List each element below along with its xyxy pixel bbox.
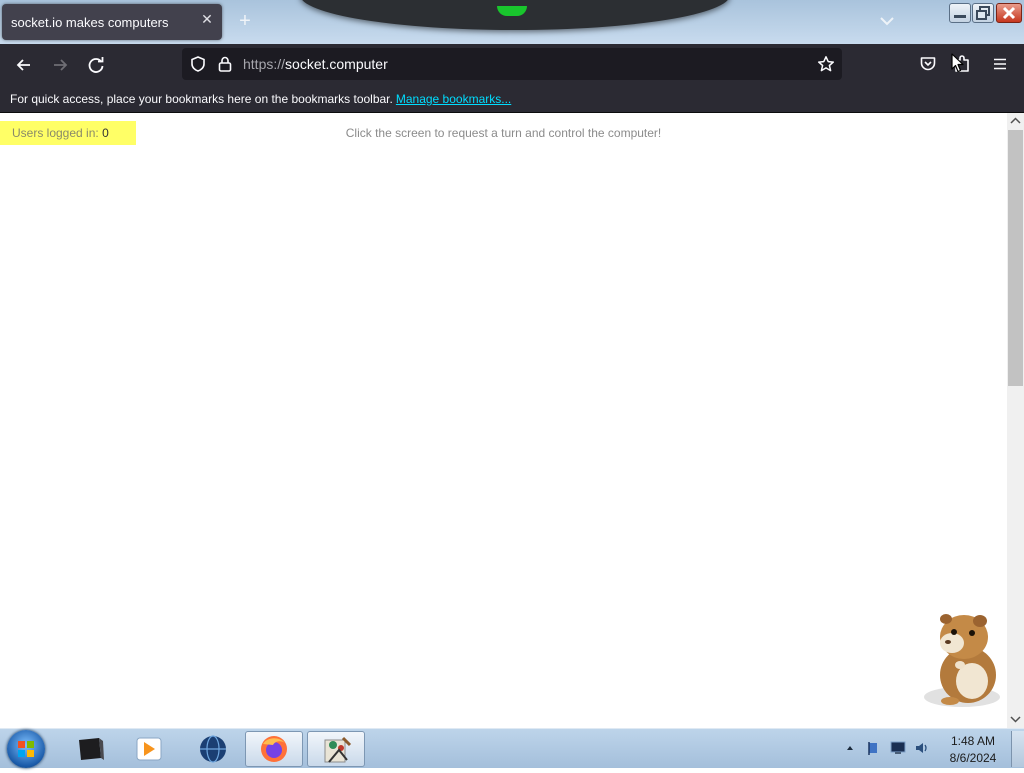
- network-monitor-icon[interactable]: [890, 741, 906, 755]
- reload-icon[interactable]: [85, 54, 107, 76]
- clock-time: 1:48 AM: [950, 734, 996, 748]
- terminal-icon: [79, 738, 104, 760]
- globe-icon: [200, 735, 226, 763]
- bookmarks-message: For quick access, place your bookmarks h…: [10, 92, 511, 106]
- page-content[interactable]: Users logged in: 0 Click the screen to r…: [0, 113, 1007, 728]
- menu-hamburger-icon[interactable]: [991, 55, 1009, 73]
- back-arrow-icon[interactable]: [13, 54, 35, 76]
- turn-request-hint: Click the screen to request a turn and c…: [345, 126, 662, 140]
- forward-arrow-icon[interactable]: [49, 54, 71, 76]
- taskbar-firefox[interactable]: [245, 731, 303, 767]
- start-button[interactable]: [7, 730, 45, 768]
- scrollbar-thumb[interactable]: [1008, 130, 1023, 386]
- scroll-down-arrow-icon[interactable]: [1010, 714, 1021, 724]
- taskbar-media-player[interactable]: [120, 731, 178, 767]
- action-center-flag-icon[interactable]: [866, 741, 882, 755]
- volume-speaker-icon[interactable]: [914, 741, 930, 755]
- tab-list-chevron-icon[interactable]: [878, 14, 896, 28]
- bookmarks-message-text: For quick access, place your bookmarks h…: [10, 92, 393, 106]
- scroll-up-arrow-icon[interactable]: [1010, 116, 1021, 126]
- firefox-icon: [261, 736, 287, 762]
- paint-icon: [324, 736, 352, 763]
- url-host: socket.computer: [285, 56, 388, 72]
- minimize-icon: [954, 15, 966, 18]
- media-player-icon: [136, 737, 162, 761]
- close-button[interactable]: [996, 3, 1022, 23]
- show-desktop-button[interactable]: [1011, 731, 1024, 767]
- taskbar-globe[interactable]: [184, 731, 242, 767]
- taskbar-paint[interactable]: [307, 731, 365, 767]
- bookmarks-toolbar: For quick access, place your bookmarks h…: [0, 86, 1024, 113]
- title-bar: socket.io makes computers ✕ +: [0, 0, 1024, 44]
- clock-date: 8/6/2024: [949, 751, 997, 765]
- taskbar: 1:48 AM 8/6/2024: [0, 728, 1024, 768]
- tracking-protection-shield-icon[interactable]: [189, 55, 207, 73]
- bookmark-star-icon[interactable]: [817, 55, 835, 73]
- hamster-mascot-image: [924, 614, 1000, 707]
- manage-bookmarks-link[interactable]: Manage bookmarks...: [396, 92, 511, 106]
- tab-title: socket.io makes computers: [11, 15, 169, 30]
- url-text[interactable]: https://socket.computer: [243, 56, 388, 72]
- navigation-toolbar: https://socket.computer: [0, 44, 1024, 86]
- browser-tab[interactable]: socket.io makes computers ✕: [2, 4, 222, 40]
- tab-close-icon[interactable]: ✕: [200, 12, 214, 26]
- system-clock[interactable]: 1:48 AM 8/6/2024: [935, 733, 1011, 767]
- restore-icon: [976, 6, 990, 20]
- lock-icon[interactable]: [217, 55, 233, 73]
- vertical-scrollbar[interactable]: [1007, 113, 1024, 728]
- mouse-pointer-icon: [951, 53, 964, 73]
- address-bar[interactable]: https://socket.computer: [182, 48, 842, 80]
- taskbar-terminal[interactable]: [60, 731, 118, 767]
- show-hidden-icons-arrow-icon[interactable]: [845, 743, 855, 753]
- pocket-icon[interactable]: [919, 55, 937, 73]
- minimize-button[interactable]: [949, 3, 971, 23]
- windows-logo-icon: [18, 741, 34, 757]
- url-scheme: https://: [243, 56, 286, 72]
- restore-button[interactable]: [972, 3, 994, 23]
- new-tab-icon[interactable]: +: [236, 11, 254, 31]
- close-icon: [1002, 6, 1016, 20]
